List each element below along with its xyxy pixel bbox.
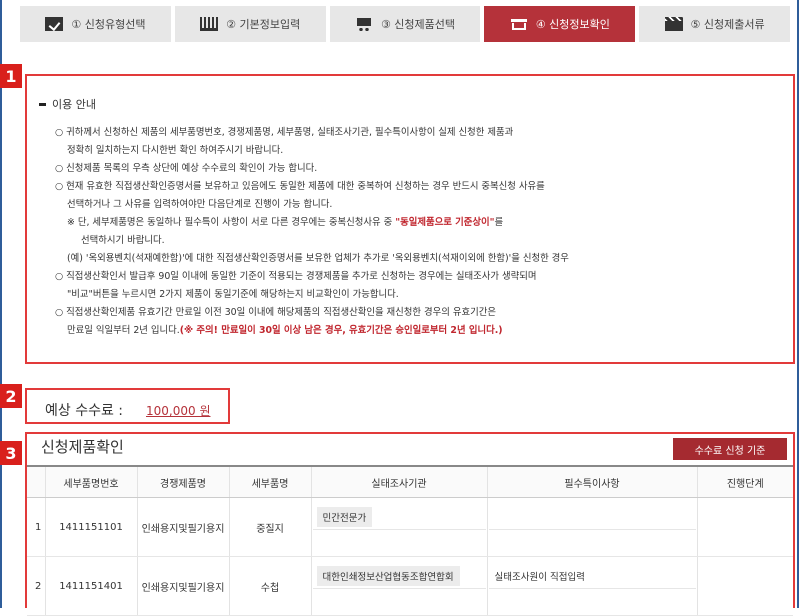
step-tab-2[interactable]: ② 기본정보입력 [174,6,326,42]
competitive-product-name: 인쇄용지및필기용지 [136,556,229,616]
notice-line: ○ 귀하께서 신청하신 제품의 세부품명번호, 경쟁제품명, 세부품명, 실태조… [55,127,514,138]
notice-line: 선택하시기 바랍니다. [81,235,165,246]
notice-text: ※ 단, 세부제품명은 동일하나 필수특이 사항이 서로 다른 경우에는 중복신… [67,217,396,228]
survey-agency-cell: 대한인쇄정보산업협동조합연합회 [310,556,487,616]
item-code: 1411151401 [44,556,137,616]
column-header: 실태조사기관 [310,465,487,498]
competitive-product-name: 인쇄용지및필기용지 [136,497,229,557]
column-header [27,465,45,498]
fee-standard-button[interactable]: 수수료 신청 기준 [673,438,787,460]
notice-line: ○ 직접생산확인제품 유효기간 만료일 이전 30일 이내에 해당제품의 직접생… [55,307,497,318]
notice-highlight: (※ 주의! 만료일이 30일 이상 남은 경우, 유효기간은 승인일로부터 2… [179,325,503,336]
step-tab-label: ① 신청유형선택 [71,18,146,31]
notice-text: 를 [494,217,504,228]
section-badge-1: 1 [0,64,22,88]
survey-agency: 민간전문가 [316,506,373,527]
section-badge-2: 2 [0,384,22,408]
table-row[interactable]: 2 1411151401 인쇄용지및필기용지 수첩 대한인쇄정보산업협동조합연합… [27,556,793,616]
survey-agency: 대한인쇄정보산업협동조합연합회 [316,565,460,586]
notice-line: ○ 신청제품 목록의 우측 상단에 예상 수수료의 확인이 가능 합니다. [55,163,318,174]
notice-line: 정확히 일치하는지 다시한번 확인 하여주시기 바랍니다. [67,145,284,156]
product-confirm-title: 신청제품확인 [41,438,124,456]
notice-line: (예) '옥외용벤치(석재예한함)'에 대한 직접생산확인증명서를 보유한 업체… [67,253,569,264]
table-row[interactable]: 1 1411151101 인쇄용지및필기용지 중질지 민간전문가 [27,497,793,557]
fee-value[interactable]: 100,000 원 [146,402,210,419]
box-icon [510,17,528,31]
row-number: 1 [27,497,45,557]
notice-highlight: "동일제품으로 기준상이" [395,217,495,228]
cart-icon [355,17,373,31]
dash-icon [39,102,46,106]
column-header: 필수특이사항 [486,465,697,498]
fee-label: 예상 수수료 : [45,403,124,419]
step-tab-label: ④ 신청정보확인 [535,18,610,31]
step-tab-4[interactable]: ④ 신청정보확인 [484,6,636,42]
notice-line: 만료일 익일부터 2년 입니다.(※ 주의! 만료일이 30일 이상 남은 경우… [67,322,503,336]
notice-line: ※ 단, 세부제품명은 동일하나 필수특이 사항이 서로 다른 경우에는 중복신… [67,214,503,228]
step-tab-label: ⑤ 신청제출서류 [690,18,765,31]
notice-line: "비교"버튼을 누르시면 2가지 제품이 동일기준에 해당하는지 비교확인이 가… [67,289,399,300]
notice-text: 만료일 익일부터 2년 입니다. [67,325,180,336]
row-number: 2 [27,556,45,616]
step-tab-1[interactable]: ① 신청유형선택 [20,6,171,42]
estimated-fee-box: 예상 수수료 : 100,000 원 [25,388,230,424]
progress-stage [696,556,793,616]
window-frame-left [0,0,2,608]
notice-title: 이용 안내 [39,96,96,112]
column-header: 세부품명 [228,465,311,498]
usage-notice-box: 이용 안내 ○ 귀하께서 신청하신 제품의 세부품명번호, 경쟁제품명, 세부품… [25,74,795,364]
special-notes-cell [486,497,697,557]
special-notes-cell: 실태조사원이 직접입력 [486,556,697,616]
step-tab-5[interactable]: ⑤ 신청제출서류 [639,6,790,42]
bars-icon [200,17,219,31]
special-notes: 실태조사원이 직접입력 [494,571,585,583]
notice-title-text: 이용 안내 [52,98,96,111]
progress-stage [696,497,793,557]
check-icon [45,17,64,31]
notice-line: ○ 직접생산확인서 발급후 90일 이내에 동일한 기준이 적용되는 경쟁제품을… [55,271,537,282]
section-badge-3: 3 [0,441,22,465]
step-tab-label: ② 기본정보입력 [226,18,301,31]
notice-line: ○ 현재 유효한 직접생산확인증명서를 보유하고 있음에도 동일한 제품에 대한… [55,181,545,192]
column-header: 세부품명번호 [44,465,137,498]
step-tab-3[interactable]: ③ 신청제품선택 [329,6,481,42]
detail-item-name: 중질지 [228,497,311,557]
column-header: 진행단계 [696,465,793,498]
survey-agency-cell: 민간전문가 [310,497,487,557]
table-header-row: 세부품명번호 경쟁제품명 세부품명 실태조사기관 필수특이사항 진행단계 [27,465,793,498]
item-code: 1411151101 [44,497,137,557]
detail-item-name: 수첩 [228,556,311,616]
column-header: 경쟁제품명 [136,465,229,498]
product-table: 세부품명번호 경쟁제품명 세부품명 실태조사기관 필수특이사항 진행단계 1 1… [27,465,793,616]
step-tabs: ① 신청유형선택 ② 기본정보입력 ③ 신청제품선택 ④ 신청정보확인 ⑤ 신청… [20,6,790,42]
notice-line: 선택하거나 그 사유를 입력하여야만 다음단계로 진행이 가능 합니다. [67,199,333,210]
clapper-icon [664,17,683,31]
step-tab-label: ③ 신청제품선택 [380,18,456,31]
product-confirm-section: 신청제품확인 수수료 신청 기준 세부품명번호 경쟁제품명 세부품명 실태조사기… [25,432,795,616]
